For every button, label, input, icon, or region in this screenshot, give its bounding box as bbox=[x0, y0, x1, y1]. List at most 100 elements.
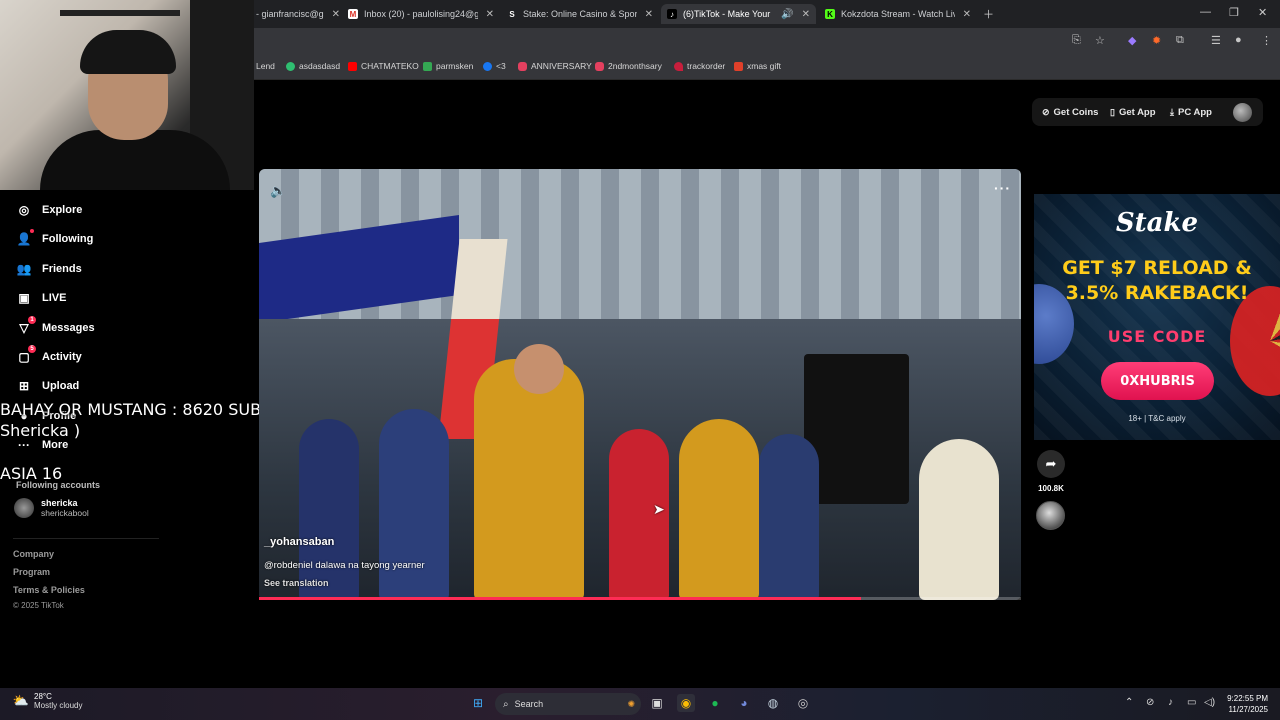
stake-ad-banner[interactable]: Stake GET $7 RELOAD & 3.5% RAKEBACK! USE… bbox=[1034, 194, 1280, 440]
phone-icon: ▯ bbox=[1110, 107, 1115, 117]
nav-following[interactable]: 👤 Following bbox=[16, 229, 93, 247]
tab-gmail-1[interactable]: - gianfrancisc@gr ✕ bbox=[256, 4, 340, 24]
gmail-icon: M bbox=[348, 9, 358, 19]
discord-icon[interactable]: ◕ bbox=[735, 694, 753, 712]
activity-icon: ▢ 5 bbox=[16, 345, 36, 365]
webcam-overlay bbox=[0, 0, 254, 190]
tab-label: (6)TikTok - Make Your Day bbox=[683, 9, 771, 19]
ad-use-code: USE CODE bbox=[1107, 327, 1207, 346]
extensions-puzzle-icon[interactable]: ⧉ bbox=[1176, 34, 1184, 47]
close-icon[interactable]: ✕ bbox=[802, 9, 810, 20]
weather-icon: ⛅ bbox=[12, 693, 30, 708]
menu-kebab-icon[interactable]: ⋮ bbox=[1261, 34, 1272, 47]
start-icon[interactable]: ⊞ bbox=[469, 694, 487, 712]
speaker-icon[interactable]: 🔊 bbox=[781, 9, 793, 20]
nav-label: Friends bbox=[42, 263, 82, 275]
extension-icon[interactable]: ✹ bbox=[1152, 34, 1161, 47]
stream-overlay-goal: BAHAY OR MUSTANG : 8620 SUBS bbox=[0, 400, 271, 419]
volume-tray-icon[interactable]: ◁) bbox=[1204, 697, 1215, 708]
bookmark-xmas-gift[interactable]: xmas gift bbox=[734, 61, 781, 71]
microphone-icon[interactable]: ♪ bbox=[1168, 697, 1173, 708]
taskbar-search[interactable]: ⌕ Search ✺ bbox=[495, 693, 641, 715]
task-view-icon[interactable]: ▣ bbox=[648, 694, 666, 712]
bookmark-heart[interactable]: <3 bbox=[483, 61, 506, 71]
get-coins-button[interactable]: ⊘ Get Coins bbox=[1042, 107, 1098, 118]
bookmark-anniversary[interactable]: ANNIVERSARY bbox=[518, 61, 592, 71]
footer-program[interactable]: Program bbox=[13, 567, 50, 577]
profile-avatar-icon[interactable]: ● bbox=[1235, 34, 1242, 46]
install-icon[interactable]: ⎘ bbox=[1072, 34, 1081, 47]
obs-icon[interactable]: ◎ bbox=[794, 694, 812, 712]
share-count: 100.8K bbox=[1038, 484, 1064, 493]
tab-tiktok[interactable]: ♪ (6)TikTok - Make Your Day 🔊 ✕ bbox=[661, 4, 816, 24]
share-button[interactable]: ➦ bbox=[1037, 450, 1065, 478]
minimize-icon[interactable]: — bbox=[1200, 6, 1211, 18]
divider bbox=[13, 538, 159, 539]
clock-date: 11/27/2025 bbox=[1228, 705, 1268, 714]
search-icon: ⌕ bbox=[503, 698, 509, 710]
video-options-icon[interactable]: ··· bbox=[994, 180, 1011, 196]
nav-friends[interactable]: 👥 Friends bbox=[16, 261, 82, 277]
close-icon[interactable]: ✕ bbox=[645, 9, 653, 20]
user-avatar[interactable] bbox=[1233, 103, 1252, 122]
nav-label: Upload bbox=[42, 380, 80, 392]
nav-activity[interactable]: ▢ 5 Activity bbox=[16, 345, 82, 365]
coin-icon: ⊘ bbox=[1042, 107, 1050, 117]
bookmark-star-icon[interactable]: ☆ bbox=[1095, 34, 1105, 47]
bookmark-lend[interactable]: Lend bbox=[256, 61, 275, 71]
get-app-button[interactable]: ▯ Get App bbox=[1110, 107, 1156, 118]
nav-label: Activity bbox=[42, 351, 82, 363]
spotify-icon[interactable]: ● bbox=[706, 694, 724, 712]
video-author[interactable]: _yohansaban bbox=[264, 536, 334, 548]
following-icon: 👤 bbox=[16, 229, 34, 247]
video-progress-fill bbox=[259, 597, 861, 600]
messages-badge: 1 bbox=[28, 316, 36, 324]
restore-icon[interactable]: ❐ bbox=[1229, 6, 1239, 19]
nav-explore[interactable]: ◎ Explore bbox=[16, 202, 83, 218]
close-icon[interactable]: ✕ bbox=[332, 9, 340, 20]
messages-icon: ▽ 1 bbox=[16, 316, 36, 336]
ad-code-button[interactable]: 0XHUBRIS bbox=[1101, 362, 1214, 400]
creator-avatar[interactable] bbox=[1036, 501, 1065, 530]
live-icon: ▣ bbox=[18, 291, 30, 305]
window-close-icon[interactable]: ✕ bbox=[1258, 6, 1267, 19]
tab-kick[interactable]: K Kokzdota Stream - Watch Live ✕ bbox=[825, 4, 971, 24]
weather-widget[interactable]: ⛅ 28°C Mostly cloudy bbox=[12, 692, 83, 710]
video-player[interactable] bbox=[259, 169, 1021, 600]
heart-icon bbox=[674, 61, 683, 71]
new-tab-icon[interactable]: ＋ bbox=[983, 6, 994, 22]
tab-stake[interactable]: S Stake: Online Casino & Sports B ✕ bbox=[507, 4, 653, 24]
chrome-icon[interactable]: ◉ bbox=[677, 694, 695, 712]
system-clock[interactable]: 9:22:55 PM 11/27/2025 bbox=[1222, 693, 1268, 715]
nav-live[interactable]: ▣ LIVE bbox=[16, 290, 66, 306]
sheets-icon bbox=[423, 61, 432, 71]
activity-badge: 5 bbox=[28, 345, 36, 353]
nav-messages[interactable]: ▽ 1 Messages bbox=[16, 316, 95, 336]
bookmark-2ndmonthsary[interactable]: 2ndmonthsary bbox=[595, 61, 662, 71]
video-progress-bar[interactable] bbox=[259, 597, 1021, 600]
network-icon[interactable]: ▭ bbox=[1187, 697, 1196, 708]
footer-company[interactable]: Company bbox=[13, 549, 54, 559]
close-icon[interactable]: ✕ bbox=[486, 9, 494, 20]
nav-upload[interactable]: ⊞ Upload bbox=[16, 378, 79, 394]
extension-icon[interactable]: ◆ bbox=[1128, 34, 1136, 47]
wifi-off-icon[interactable]: ⊘ bbox=[1146, 697, 1154, 708]
footer-terms[interactable]: Terms & Policies bbox=[13, 585, 85, 595]
screen: - gianfrancisc@gr ✕ M Inbox (20) - paulo… bbox=[0, 0, 1280, 720]
bookmark-asdasdasd[interactable]: asdasdasd bbox=[286, 61, 340, 71]
steam-icon[interactable]: ◍ bbox=[764, 694, 782, 712]
volume-icon[interactable]: 🔈 bbox=[270, 183, 286, 199]
stake-icon: S bbox=[509, 9, 515, 19]
share-icon: ➦ bbox=[1045, 456, 1057, 471]
following-account[interactable]: shericka sherickabool bbox=[14, 498, 89, 518]
bookmark-chatmateko[interactable]: CHATMATEKO bbox=[348, 61, 419, 71]
see-translation-link[interactable]: See translation bbox=[264, 578, 329, 588]
clock-time: 9:22:55 PM bbox=[1227, 694, 1268, 703]
tab-search-icon[interactable]: ☰ bbox=[1211, 34, 1221, 47]
close-icon[interactable]: ✕ bbox=[963, 9, 971, 20]
bookmark-trackorder[interactable]: trackorder bbox=[674, 61, 725, 71]
pc-app-button[interactable]: ⤓ PC App bbox=[1170, 107, 1212, 118]
bookmark-parmsken[interactable]: parmsken bbox=[423, 61, 473, 71]
tray-overflow-icon[interactable]: ⌃ bbox=[1125, 697, 1133, 708]
tab-gmail-inbox[interactable]: M Inbox (20) - paulolising24@gm ✕ bbox=[348, 4, 494, 24]
